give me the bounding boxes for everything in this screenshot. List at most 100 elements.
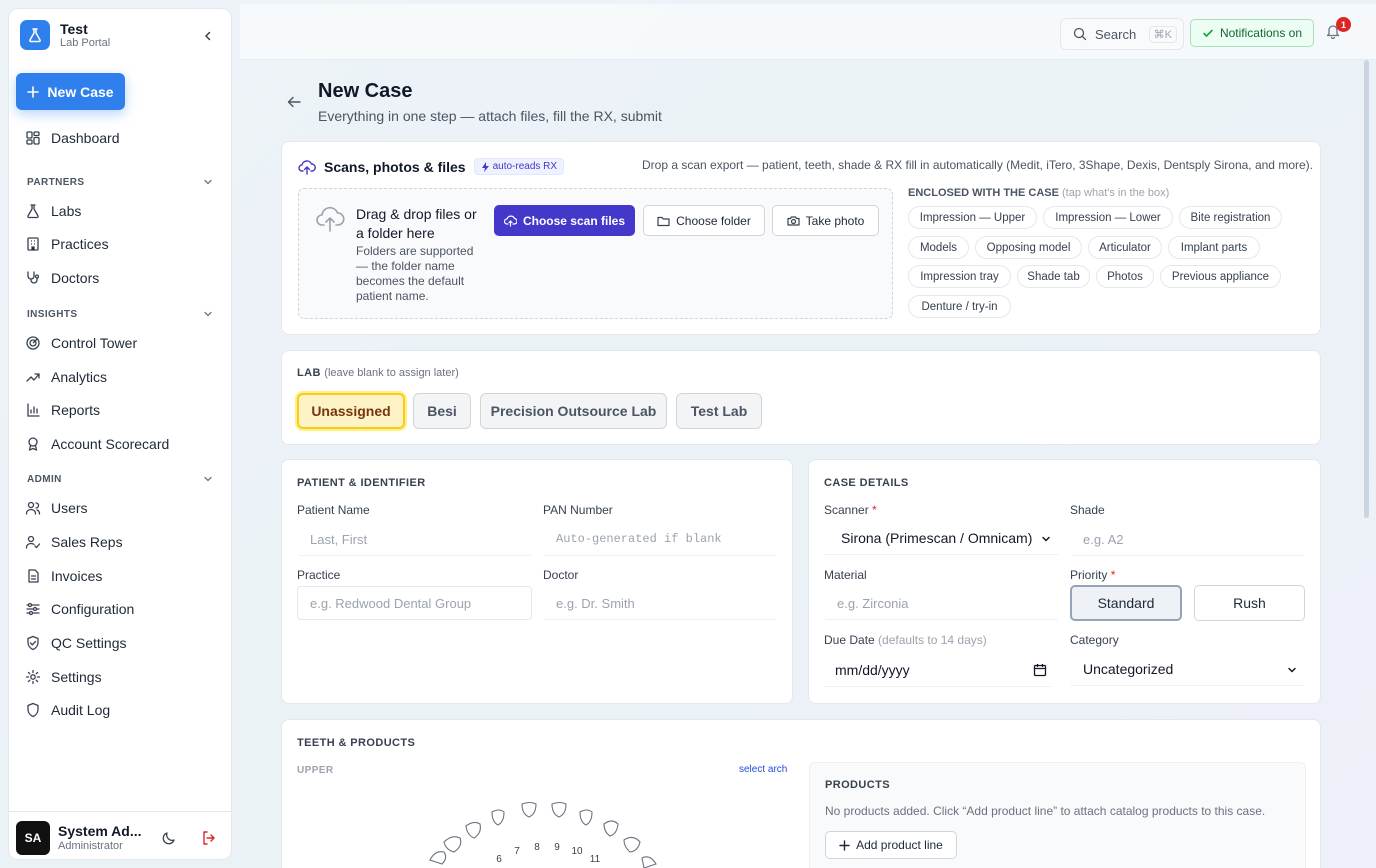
theme-toggle-button[interactable] bbox=[161, 830, 177, 846]
teeth-products-card: TEETH & PRODUCTS UPPER select arch 6 7 8… bbox=[281, 719, 1321, 868]
chevron-down-icon bbox=[1042, 536, 1050, 542]
pan-number-input[interactable]: Auto-generated if blank bbox=[543, 522, 778, 556]
sidebar-item-labs[interactable]: Labs bbox=[25, 198, 215, 224]
sidebar-item-analytics[interactable]: Analytics bbox=[25, 364, 215, 390]
brand[interactable]: Test Lab Portal bbox=[20, 20, 110, 50]
sidebar-item-reports[interactable]: Reports bbox=[25, 397, 215, 423]
lab-option-precision-outsource-lab[interactable]: Precision Outsource Lab bbox=[480, 393, 667, 429]
lab-option-besi[interactable]: Besi bbox=[413, 393, 471, 429]
dashboard-icon bbox=[26, 131, 40, 145]
sidebar-item-account-scorecard[interactable]: Account Scorecard bbox=[25, 431, 215, 457]
avatar[interactable]: SA bbox=[16, 821, 50, 855]
scanner-value: Sirona (Primescan / Omnicam) bbox=[841, 530, 1033, 546]
category-select[interactable]: Uncategorized bbox=[1070, 652, 1305, 686]
enclosed-chip[interactable]: Photos bbox=[1096, 265, 1154, 288]
tooth bbox=[579, 809, 593, 826]
sidebar-item-settings[interactable]: Settings bbox=[25, 664, 215, 690]
flask-icon bbox=[27, 204, 39, 219]
user-check-icon bbox=[25, 535, 41, 549]
auto-reads-badge: auto-reads RX bbox=[473, 158, 565, 175]
collapse-sidebar-button[interactable] bbox=[199, 27, 217, 45]
sidebar-item-configuration[interactable]: Configuration bbox=[25, 596, 215, 622]
sidebar-item-sales-reps[interactable]: Sales Reps bbox=[25, 529, 215, 555]
section-insights[interactable]: INSIGHTS bbox=[27, 307, 213, 321]
page-scrollbar[interactable] bbox=[1364, 60, 1369, 518]
sidebar-item-label: Settings bbox=[51, 669, 102, 685]
enclosed-chip[interactable]: Impression — Lower bbox=[1043, 206, 1173, 229]
upper-arch-label: UPPER bbox=[297, 765, 334, 776]
add-product-line-button[interactable]: Add product line bbox=[825, 831, 957, 859]
choose-scan-files-button[interactable]: Choose scan files bbox=[494, 205, 635, 236]
lab-option-unassigned[interactable]: Unassigned bbox=[297, 393, 405, 429]
section-admin[interactable]: ADMIN bbox=[27, 472, 213, 486]
lab-heading-text: LAB bbox=[297, 367, 321, 379]
search-button[interactable]: Search ⌘K bbox=[1060, 18, 1184, 50]
sidebar-item-invoices[interactable]: Invoices bbox=[25, 563, 215, 589]
enclosed-chip[interactable]: Models bbox=[908, 236, 969, 259]
scanner-select[interactable]: Sirona (Primescan / Omnicam) bbox=[824, 521, 1059, 555]
sidebar-item-users[interactable]: Users bbox=[25, 495, 215, 521]
new-case-button[interactable]: New Case bbox=[16, 73, 125, 110]
choose-folder-button[interactable]: Choose folder bbox=[643, 205, 765, 236]
enclosed-chip[interactable]: Impression tray bbox=[908, 265, 1011, 288]
sidebar-item-qc-settings[interactable]: QC Settings bbox=[25, 630, 215, 656]
patient-name-input[interactable]: Last, First bbox=[297, 522, 532, 556]
enclosed-chip[interactable]: Shade tab bbox=[1017, 265, 1090, 288]
new-case-label: New Case bbox=[47, 83, 114, 100]
sidebar-item-audit-log[interactable]: Audit Log bbox=[25, 697, 215, 723]
enclosed-chip[interactable]: Articulator bbox=[1088, 236, 1162, 259]
section-partners[interactable]: PARTNERS bbox=[27, 175, 213, 189]
file-dropzone[interactable]: Drag & drop files or a folder here Folde… bbox=[298, 188, 893, 319]
sidebar-item-label: Dashboard bbox=[51, 130, 120, 146]
tooth bbox=[551, 801, 567, 818]
sidebar-item-label: Analytics bbox=[51, 369, 108, 385]
plus-icon bbox=[839, 839, 850, 851]
priority-rush-button[interactable]: Rush bbox=[1194, 585, 1305, 621]
logout-icon bbox=[203, 831, 215, 845]
brand-subtitle: Lab Portal bbox=[60, 36, 111, 49]
sliders-icon bbox=[26, 602, 40, 616]
sidebar-item-label: Practices bbox=[51, 236, 109, 252]
choose-folder-label: Choose folder bbox=[676, 213, 751, 228]
page-subtitle: Everything in one step — attach files, f… bbox=[318, 108, 662, 124]
shield-icon bbox=[27, 702, 39, 718]
enclosed-chip[interactable]: Denture / try-in bbox=[908, 295, 1011, 318]
lab-option-test-lab[interactable]: Test Lab bbox=[676, 393, 762, 429]
auto-reads-badge-text: auto-reads RX bbox=[492, 161, 558, 172]
sidebar-item-label: Users bbox=[51, 500, 88, 516]
trend-up-icon bbox=[26, 373, 40, 382]
due-date-input[interactable]: mm/dd/yyyy bbox=[823, 653, 1051, 687]
notifications-toggle[interactable]: Notifications on bbox=[1190, 19, 1314, 47]
scanner-label-text: Scanner bbox=[824, 503, 869, 517]
arrow-left-icon bbox=[287, 96, 301, 108]
required-marker: * bbox=[1110, 568, 1116, 582]
sidebar-item-label: Reports bbox=[51, 402, 101, 418]
sidebar-item-dashboard[interactable]: Dashboard bbox=[25, 125, 215, 151]
enclosed-chip[interactable]: Previous appliance bbox=[1160, 265, 1281, 288]
chevron-down-icon bbox=[204, 311, 212, 317]
sidebar-item-control-tower[interactable]: Control Tower bbox=[25, 330, 215, 356]
section-insights-label: INSIGHTS bbox=[27, 308, 78, 320]
doctor-input[interactable]: e.g. Dr. Smith bbox=[543, 586, 778, 620]
enclosed-chip[interactable]: Impression — Upper bbox=[908, 206, 1037, 229]
back-button[interactable] bbox=[286, 95, 302, 109]
logout-button[interactable] bbox=[201, 830, 217, 846]
select-arch-link[interactable]: select arch bbox=[739, 764, 787, 775]
shade-input[interactable]: e.g. A2 bbox=[1070, 522, 1305, 556]
choose-scan-files-label: Choose scan files bbox=[522, 213, 626, 228]
take-photo-button[interactable]: Take photo bbox=[772, 205, 879, 236]
scans-title: Scans, photos & files auto-reads RX bbox=[298, 158, 565, 175]
stethoscope-icon bbox=[27, 271, 40, 284]
priority-standard-button[interactable]: Standard bbox=[1070, 585, 1182, 621]
enclosed-chip[interactable]: Opposing model bbox=[975, 236, 1082, 259]
patient-card: PATIENT & IDENTIFIER Patient Name Last, … bbox=[281, 459, 793, 704]
enclosed-hint: (tap what's in the box) bbox=[1062, 187, 1170, 199]
practice-input[interactable]: e.g. Redwood Dental Group bbox=[297, 586, 532, 620]
enclosed-chip[interactable]: Bite registration bbox=[1179, 206, 1282, 229]
enclosed-chip[interactable]: Implant parts bbox=[1168, 236, 1260, 259]
sidebar-item-doctors[interactable]: Doctors bbox=[25, 265, 215, 291]
sidebar-item-label: QC Settings bbox=[51, 635, 127, 651]
scans-hint: Drop a scan export — patient, teeth, sha… bbox=[642, 158, 1313, 172]
material-input[interactable]: e.g. Zirconia bbox=[824, 586, 1059, 620]
sidebar-item-practices[interactable]: Practices bbox=[25, 231, 215, 257]
